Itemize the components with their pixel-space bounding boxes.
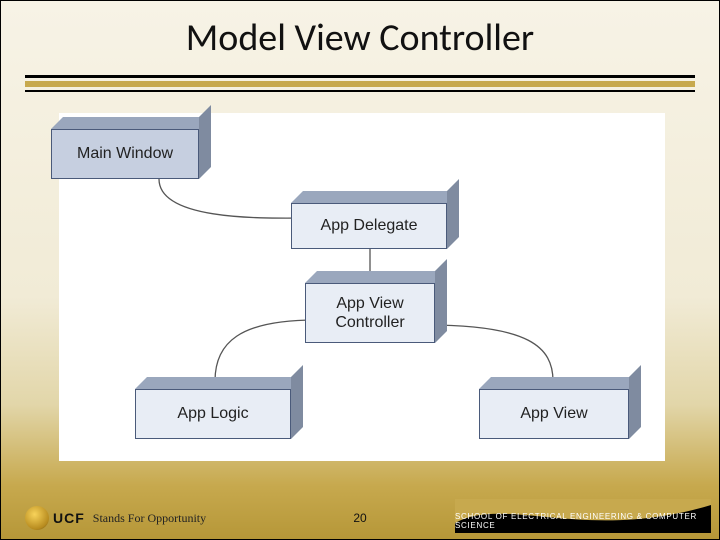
diagram-canvas: Main Window App Delegate App View Contro… (59, 113, 665, 461)
box-main-window: Main Window (51, 117, 199, 179)
school-banner: SCHOOL OF ELECTRICAL ENGINEERING & COMPU… (455, 499, 711, 533)
ucf-logo-icon (25, 506, 49, 530)
slide: Model View Controller Main Window App De… (0, 0, 720, 540)
box-app-view-controller-label: App View Controller (305, 283, 435, 343)
school-name: SCHOOL OF ELECTRICAL ENGINEERING & COMPU… (455, 512, 705, 530)
box-app-delegate-label: App Delegate (291, 203, 447, 249)
ucf-tagline: Stands For Opportunity (93, 511, 206, 526)
ucf-abbrev: UCF (53, 510, 85, 526)
box-main-window-label: Main Window (51, 129, 199, 179)
ucf-branding: UCF Stands For Opportunity (25, 506, 206, 530)
box-app-delegate: App Delegate (291, 191, 447, 249)
box-app-view-controller: App View Controller (305, 271, 435, 343)
box-app-logic: App Logic (135, 377, 291, 439)
box-app-view: App View (479, 377, 629, 439)
box-app-view-label: App View (479, 389, 629, 439)
title-underline (25, 75, 695, 92)
box-app-logic-label: App Logic (135, 389, 291, 439)
slide-title: Model View Controller (1, 15, 719, 61)
